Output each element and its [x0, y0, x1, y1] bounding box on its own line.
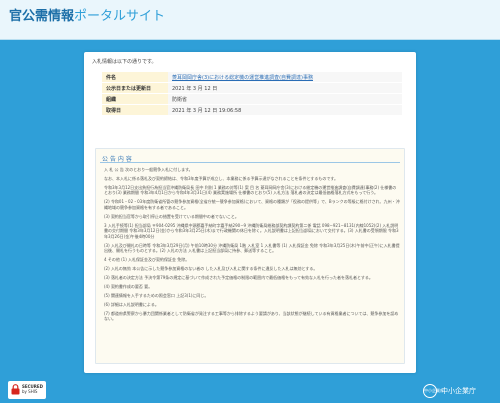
- security-seal-text: SECURED by SHIS: [22, 384, 43, 394]
- content-panel: 入札情報は以下の通りです。 件名 菱耳岡岡庁舎(3)における総定機の運営推進調査(…: [84, 52, 416, 373]
- notice-paragraph: (4) 契約書作成の要否 要。: [104, 284, 153, 290]
- info-value-link[interactable]: 菱耳岡岡庁舎(3)における総定機の運営推進調査(自費調達)事務: [168, 72, 402, 82]
- notice-paragraph: (3) 契約担当官等から取引停止の措置を受けている期間中の者でないこと。: [104, 213, 239, 219]
- notice-paragraph: 3 入札手続等(1) 担当部局 〒904-0295 沖縄県中頭郡嘉手納町字嘉手納…: [104, 222, 399, 239]
- notice-box: 公 告 内 容 入 札 公 告 次のとおり一般競争入札に付します。 なお、本入札に…: [95, 148, 405, 364]
- notice-body: 入 札 公 告 次のとおり一般競争入札に付します。なお、本入札に係る落札及び契約…: [104, 167, 400, 325]
- info-label: 公示日または更新日: [102, 83, 168, 93]
- info-label: 取得日: [102, 105, 168, 115]
- site-header: 官公需情報ポータルサイト: [0, 0, 500, 40]
- info-value: 2021 年 3 月 12 日: [168, 83, 402, 93]
- site-logo[interactable]: 官公需情報ポータルサイト: [9, 9, 165, 25]
- notice-paragraph: (7) 都道府県警察から暴力団関係業者として防衛省が発注する工事等から排除するよ…: [104, 311, 399, 322]
- info-value: 防衛省: [168, 94, 402, 104]
- notice-divider: [100, 162, 400, 163]
- agency-name: 中小企業庁: [441, 387, 476, 395]
- notice-paragraph: 入 札 公 告 次のとおり一般競争入札に付します。: [104, 167, 193, 172]
- site-title-sub: ポータルサイト: [74, 9, 166, 24]
- notice-paragraph: (2) 入札の無効 本公告に示した競争参加資格のない者の した入札及び入札に関す…: [104, 266, 318, 272]
- info-label: 件名: [102, 72, 168, 82]
- notice-paragraph: (2) 令和01・02・03年度防衛省所管の競争参加資格(全省庁統一競争参加資格…: [104, 199, 400, 210]
- notice-paragraph: なお、本入札に係る落札及び契約締結は、令和3年度予算が成立し、本業務に係る予算示…: [104, 176, 339, 181]
- info-label: 組織: [102, 94, 168, 104]
- info-value: 2021 年 3 月 12 日 19:06:58: [168, 105, 402, 115]
- security-seal[interactable]: SECURED by SHIS: [8, 381, 46, 399]
- notice-paragraph: 令和3年3月12日支出負担行為担当官沖縄防衛局長 田中 利則 1 業務の対等(1…: [104, 185, 397, 196]
- lock-icon: [11, 384, 20, 395]
- notice-paragraph: (5) 関連情報を入手するための照会窓口 上記3(1)に同じ。: [104, 293, 209, 299]
- notice-paragraph: (3) 落札者の決定方法 予決令第79条の規定に基づいて作成された予定価格の制限…: [104, 275, 373, 281]
- info-row: 公示日または更新日 2021 年 3 月 12 日: [102, 83, 402, 93]
- notice-paragraph: (6) 詳細は入札説明書による。: [104, 302, 159, 308]
- intro-text: 入札情報は以下の通りです。: [92, 59, 157, 65]
- info-row: 組織 防衛省: [102, 94, 402, 104]
- notice-paragraph: 4 その他 (1) 入札保証金及び契約保証金 免除。: [104, 257, 190, 263]
- info-row: 件名 菱耳岡岡庁舎(3)における総定機の運営推進調査(自費調達)事務: [102, 72, 402, 82]
- info-row: 取得日 2021 年 3 月 12 日 19:06:58: [102, 105, 402, 115]
- bid-info-table: 件名 菱耳岡岡庁舎(3)における総定機の運営推進調査(自費調達)事務 公示日または更…: [102, 71, 402, 116]
- agency-emblem-icon: 中小企業庁: [423, 384, 444, 398]
- site-title-main: 官公需情報: [9, 9, 75, 24]
- notice-paragraph: (3) 入札及び開札の日時等 令和3年3月29日(月) 午前10時30分 沖縄防…: [104, 242, 400, 254]
